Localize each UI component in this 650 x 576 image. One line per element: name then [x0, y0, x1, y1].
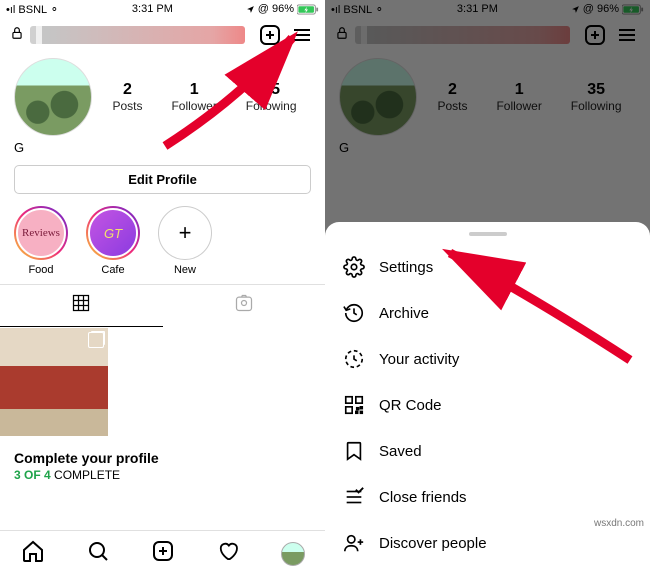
- highlights-row: Reviews Food GT Cafe + New: [0, 204, 325, 284]
- phone-right: •ıl BSNL ⚬ 3:31 PM @ 96% 2Posts 1Followe…: [325, 0, 650, 576]
- tab-tagged[interactable]: [163, 285, 326, 327]
- profile-navbar: [0, 18, 325, 54]
- complete-title: Complete your profile: [14, 450, 311, 466]
- status-right: @ 96%: [246, 3, 319, 15]
- status-time: 3:31 PM: [132, 3, 173, 15]
- highlight-new[interactable]: + New: [158, 206, 212, 276]
- carrier-text: •ıl BSNL ⚬: [6, 3, 59, 16]
- stat-posts[interactable]: 2Posts: [112, 81, 142, 113]
- complete-subtitle: 3 OF 4 COMPLETE: [14, 468, 311, 482]
- profile-row: 2Posts 1Follower 35Following: [0, 54, 325, 138]
- sheet-handle[interactable]: [469, 232, 507, 236]
- nav-home-icon[interactable]: [21, 539, 45, 568]
- menu-label: Saved: [379, 443, 422, 460]
- username-blurred[interactable]: [30, 26, 245, 44]
- saved-icon: [343, 440, 365, 462]
- watermark: wsxdn.com: [592, 517, 646, 530]
- nav-profile-avatar[interactable]: [281, 542, 305, 566]
- profile-avatar[interactable]: [14, 58, 92, 136]
- discover-icon: [343, 532, 365, 554]
- status-bar: •ıl BSNL ⚬ 3:31 PM @ 96%: [0, 0, 325, 18]
- menu-archive[interactable]: Archive: [325, 290, 650, 336]
- tab-grid[interactable]: [0, 285, 163, 327]
- archive-icon: [343, 302, 365, 324]
- menu-saved[interactable]: Saved: [325, 428, 650, 474]
- menu-label: QR Code: [379, 397, 442, 414]
- location-icon: [246, 5, 255, 14]
- battery-icon: [297, 4, 319, 15]
- menu-label: Discover people: [379, 535, 487, 552]
- menu-activity[interactable]: Your activity: [325, 336, 650, 382]
- menu-close-friends[interactable]: Close friends: [325, 474, 650, 520]
- activity-icon: [343, 348, 365, 370]
- post-thumbnail[interactable]: [0, 328, 108, 436]
- bottom-nav: [0, 530, 325, 576]
- stat-followers[interactable]: 1Follower: [171, 81, 216, 113]
- hamburger-menu-button[interactable]: [289, 22, 315, 48]
- nav-search-icon[interactable]: [86, 539, 110, 568]
- nav-create-icon[interactable]: [151, 539, 175, 568]
- close-friends-icon: [343, 486, 365, 508]
- menu-qr[interactable]: QR Code: [325, 382, 650, 428]
- complete-profile-section: Complete your profile 3 OF 4 COMPLETE: [0, 436, 325, 486]
- menu-label: Your activity: [379, 351, 459, 368]
- menu-label: Archive: [379, 305, 429, 322]
- phone-left: •ıl BSNL ⚬ 3:31 PM @ 96% 2Posts 1Followe…: [0, 0, 325, 576]
- nav-heart-icon[interactable]: [216, 539, 240, 568]
- gear-icon: [343, 256, 365, 278]
- stat-following[interactable]: 35Following: [246, 81, 297, 113]
- highlight-cafe[interactable]: GT Cafe: [86, 206, 140, 276]
- qr-icon: [343, 394, 365, 416]
- create-button[interactable]: [257, 22, 283, 48]
- menu-label: Settings: [379, 259, 433, 276]
- profile-name: G: [0, 138, 325, 161]
- lock-icon: [10, 26, 24, 45]
- highlight-food[interactable]: Reviews Food: [14, 206, 68, 276]
- menu-label: Close friends: [379, 489, 467, 506]
- edit-profile-button[interactable]: Edit Profile: [14, 165, 311, 194]
- menu-settings[interactable]: Settings: [325, 244, 650, 290]
- profile-tabs: [0, 284, 325, 327]
